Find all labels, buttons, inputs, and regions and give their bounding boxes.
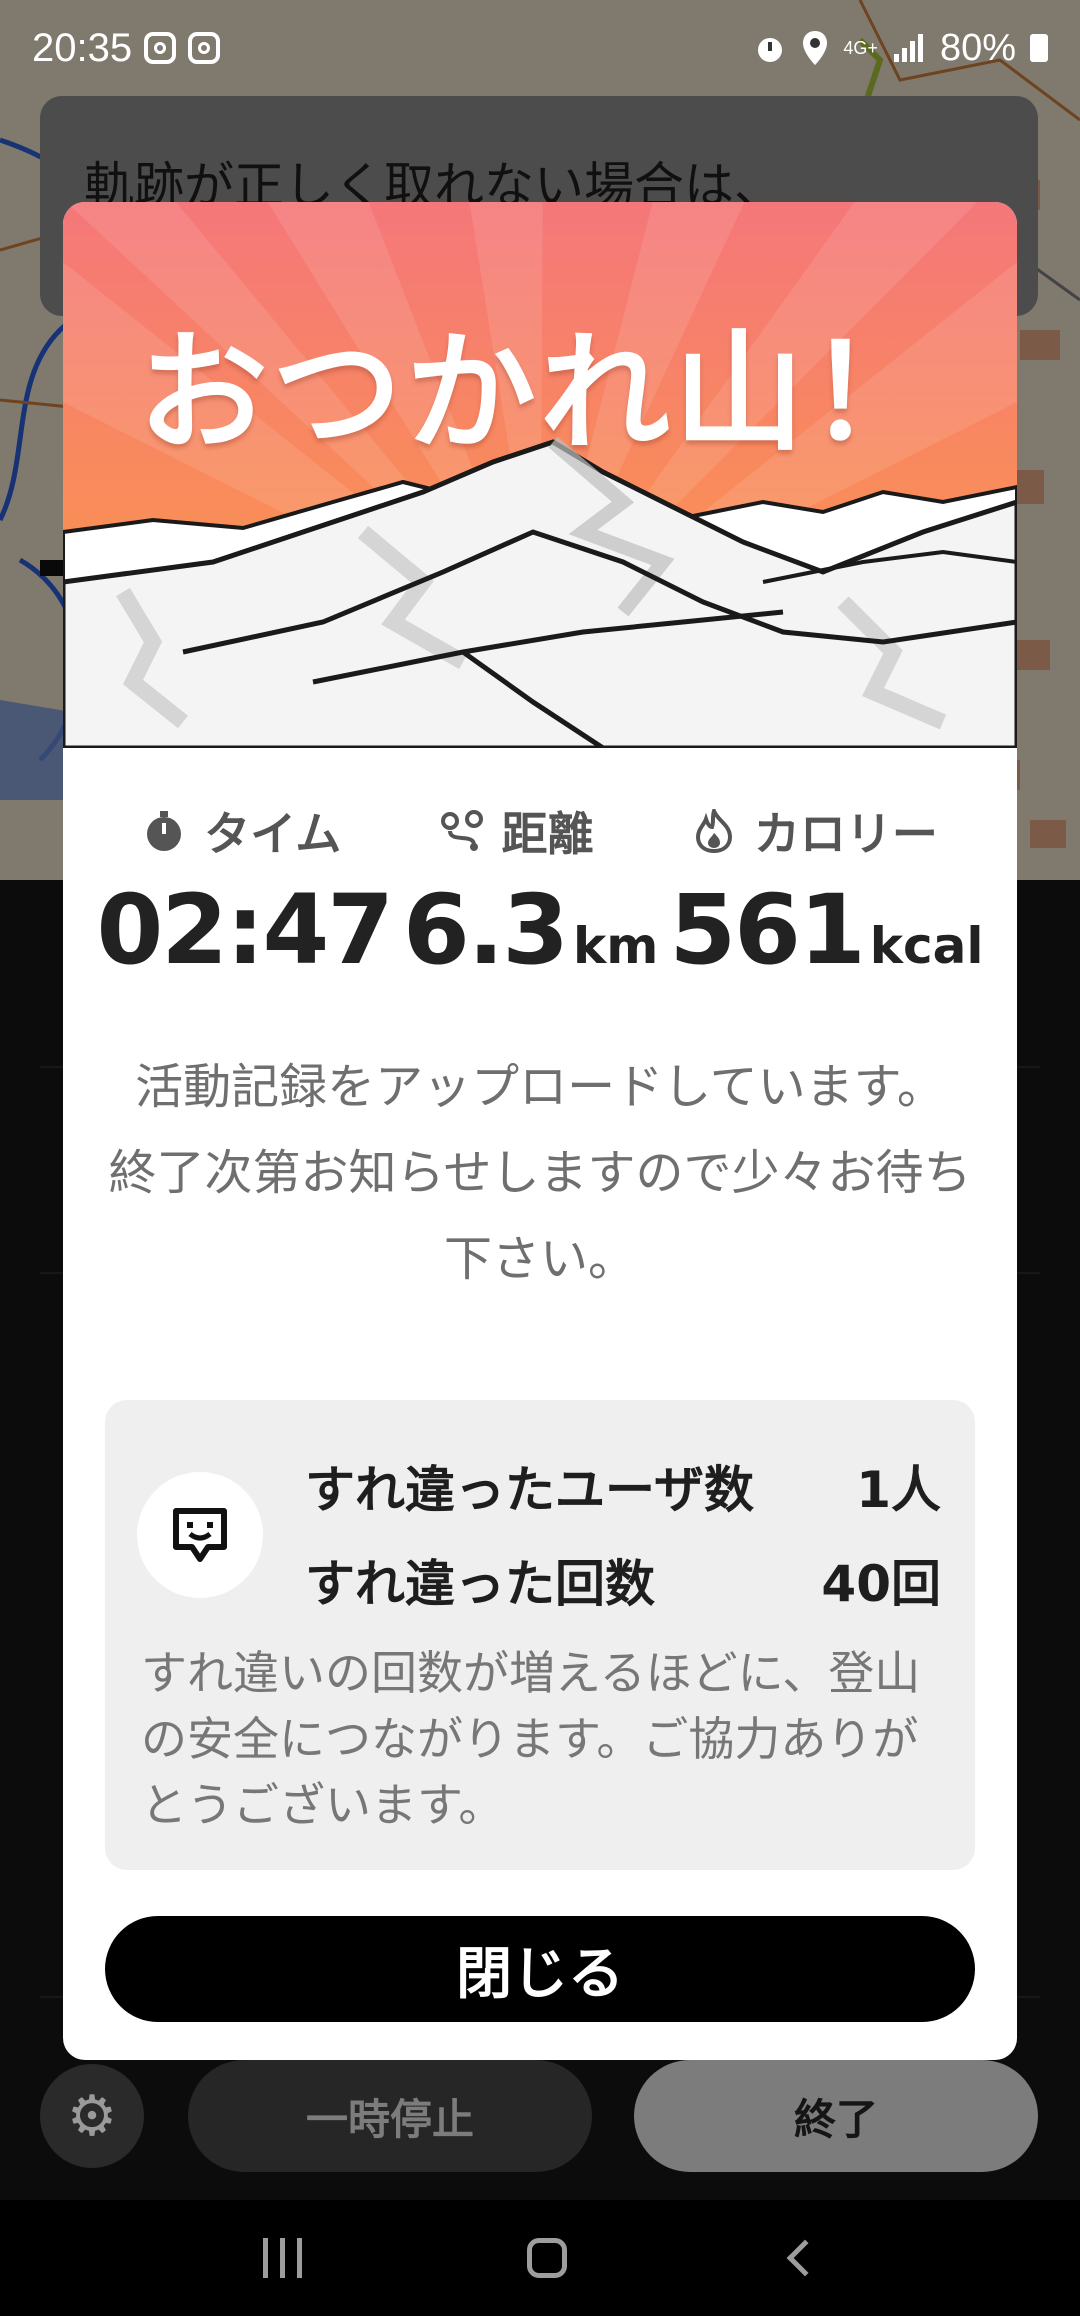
stat-calorie-value: 561 kcal (669, 874, 983, 986)
signal-icon (893, 34, 923, 62)
battery-icon (1030, 34, 1048, 62)
route-icon (440, 810, 483, 851)
stat-label-time: タイム (142, 798, 341, 864)
stat-number: 02:47 (96, 874, 394, 986)
speech-face-icon (173, 1508, 227, 1562)
stat-label-text: カロリー (753, 807, 938, 861)
recent-apps-icon[interactable] (262, 2238, 302, 2278)
upload-message-line: 終了次第お知らせしますので少々お待ち下さい。 (108, 1145, 972, 1287)
battery-percent: 80% (939, 26, 1016, 69)
passing-users-row: すれ違ったユーザ数 1人 (305, 1450, 941, 1522)
stat-unit: kcal (869, 917, 984, 975)
background-controls: ⚙ 一時停止 終了 (0, 2060, 1080, 2172)
status-bar: 20:35 4G+ 80% (0, 0, 1080, 96)
stopwatch-icon (147, 811, 182, 851)
passing-users-value: 1人 (856, 1461, 941, 1519)
passing-count-label: すれ違った回数 (305, 1555, 655, 1613)
modal-title: おつかれ山！ (137, 317, 942, 469)
settings-gear-icon[interactable]: ⚙ (40, 2064, 144, 2168)
status-time: 20:35 (32, 25, 133, 70)
stat-label-text: 距離 (501, 807, 594, 861)
location-pin-icon (803, 31, 828, 65)
instagram-icon (144, 32, 177, 64)
system-nav-bar (0, 2200, 1080, 2316)
home-icon[interactable] (526, 2238, 567, 2278)
end-button[interactable]: 終了 (634, 2060, 1038, 2172)
passing-count-value: 40回 (821, 1555, 941, 1613)
stat-distance-value: 6.3 km (403, 874, 658, 986)
stat-label-text: タイム (204, 807, 342, 861)
pause-button[interactable]: 一時停止 (188, 2060, 592, 2172)
alarm-icon (758, 38, 783, 62)
passing-note: すれ違いの回数が増えるほどに、登山の安全につながります。ご協力ありがとうございま… (141, 1646, 921, 1832)
instagram-icon (188, 32, 221, 64)
network-type: 4G+ (843, 38, 878, 58)
close-button[interactable]: 閉じる (105, 1916, 975, 2022)
encounter-icon (137, 1472, 263, 1598)
upload-message: 活動記録をアップロードしています。 終了次第お知らせしますので少々お待ち下さい。 (103, 1044, 977, 1302)
stat-number: 6.3 (402, 874, 569, 986)
hero-banner: おつかれ山！ (63, 202, 1017, 748)
stats-labels: タイム 距離 カロリー (63, 798, 1017, 864)
stat-label-calorie: カロリー (692, 798, 938, 864)
stat-label-distance: 距離 (440, 798, 594, 864)
stat-number: 561 (669, 874, 865, 986)
passing-info-box: すれ違ったユーザ数 1人 すれ違った回数 40回 すれ違いの回数が増えるほどに、… (105, 1400, 975, 1870)
back-icon[interactable] (786, 2239, 823, 2277)
passing-users-label: すれ違ったユーザ数 (305, 1461, 754, 1519)
stat-time-value: 02:47 (96, 874, 394, 986)
stats-values: 02:47 6.3 km 561 kcal (63, 874, 1017, 986)
flame-icon (695, 809, 732, 853)
stat-unit: km (573, 917, 659, 975)
completion-modal: おつかれ山！ タイム 距離 カロリー 02:47 6.3 km 561 kcal 活… (63, 202, 1017, 2060)
upload-message-line: 活動記録をアップロードしています。 (135, 1059, 945, 1115)
passing-count-row: すれ違った回数 40回 (305, 1544, 941, 1616)
